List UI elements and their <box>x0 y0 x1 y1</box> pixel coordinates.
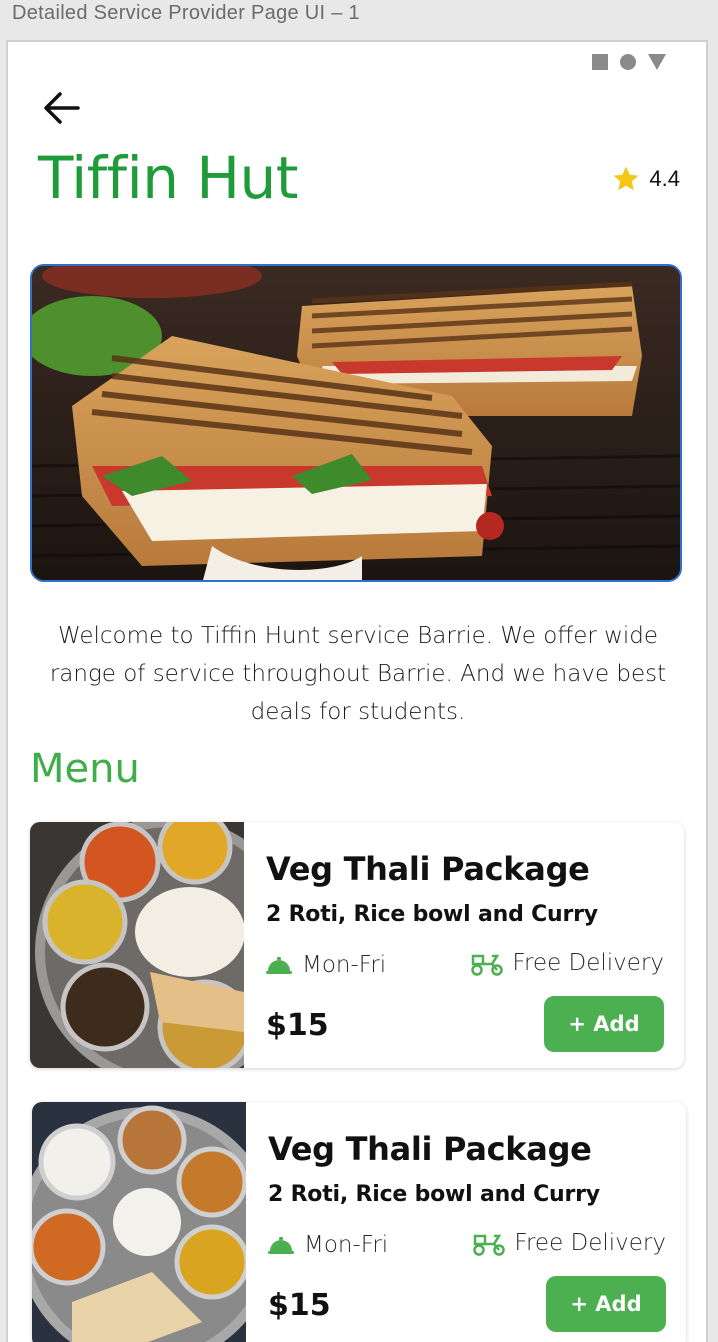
phone-screen: Tiffin Hut 4.4 Welcome to Tiffin Hunt se… <box>6 40 708 1342</box>
item-days-label: Mon-Fri <box>302 952 387 978</box>
menu-card: Veg Thali Package 2 Roti, Rice bowl and … <box>30 822 684 1068</box>
back-button[interactable] <box>42 88 82 128</box>
item-delivery-label: Free Delivery <box>512 950 664 976</box>
item-days: Mon-Fri <box>266 952 386 978</box>
add-button[interactable]: + Add <box>544 996 664 1052</box>
status-bar <box>592 54 666 70</box>
circle-icon <box>620 54 636 70</box>
cloche-icon <box>266 957 292 974</box>
description: Welcome to Tiffin Hunt service Barrie. W… <box>49 623 667 725</box>
item-days: Mon-Fri <box>268 1232 388 1258</box>
frame-label: Detailed Service Provider Page UI – 1 <box>12 2 360 24</box>
item-price: $15 <box>268 1288 331 1323</box>
cloche-icon <box>268 1237 294 1254</box>
rating: 4.4 <box>611 164 680 194</box>
item-delivery-label: Free Delivery <box>514 1230 666 1256</box>
item-name: Veg Thali Package <box>266 850 590 888</box>
arrow-left-icon <box>44 92 80 124</box>
item-days-label: Mon-Fri <box>304 1232 389 1258</box>
item-delivery: Free Delivery <box>472 1230 666 1256</box>
item-subtitle: 2 Roti, Rice bowl and Curry <box>268 1182 600 1207</box>
thali-image <box>32 1102 277 1342</box>
item-delivery: Free Delivery <box>470 950 664 976</box>
add-button[interactable]: + Add <box>546 1276 666 1332</box>
scooter-icon <box>471 954 504 976</box>
triangle-icon <box>648 54 666 70</box>
menu-heading: Menu <box>30 746 140 792</box>
scooter-icon <box>473 1234 506 1256</box>
rating-value: 4.4 <box>649 166 680 191</box>
item-name: Veg Thali Package <box>268 1130 592 1168</box>
hero-image <box>30 264 682 582</box>
thali-image <box>30 822 305 1068</box>
star-icon <box>613 166 639 191</box>
item-subtitle: 2 Roti, Rice bowl and Curry <box>266 902 598 927</box>
page-title: Tiffin Hut <box>38 144 299 212</box>
square-icon <box>592 54 608 70</box>
item-price: $15 <box>266 1008 329 1043</box>
menu-card: Veg Thali Package 2 Roti, Rice bowl and … <box>32 1102 686 1342</box>
